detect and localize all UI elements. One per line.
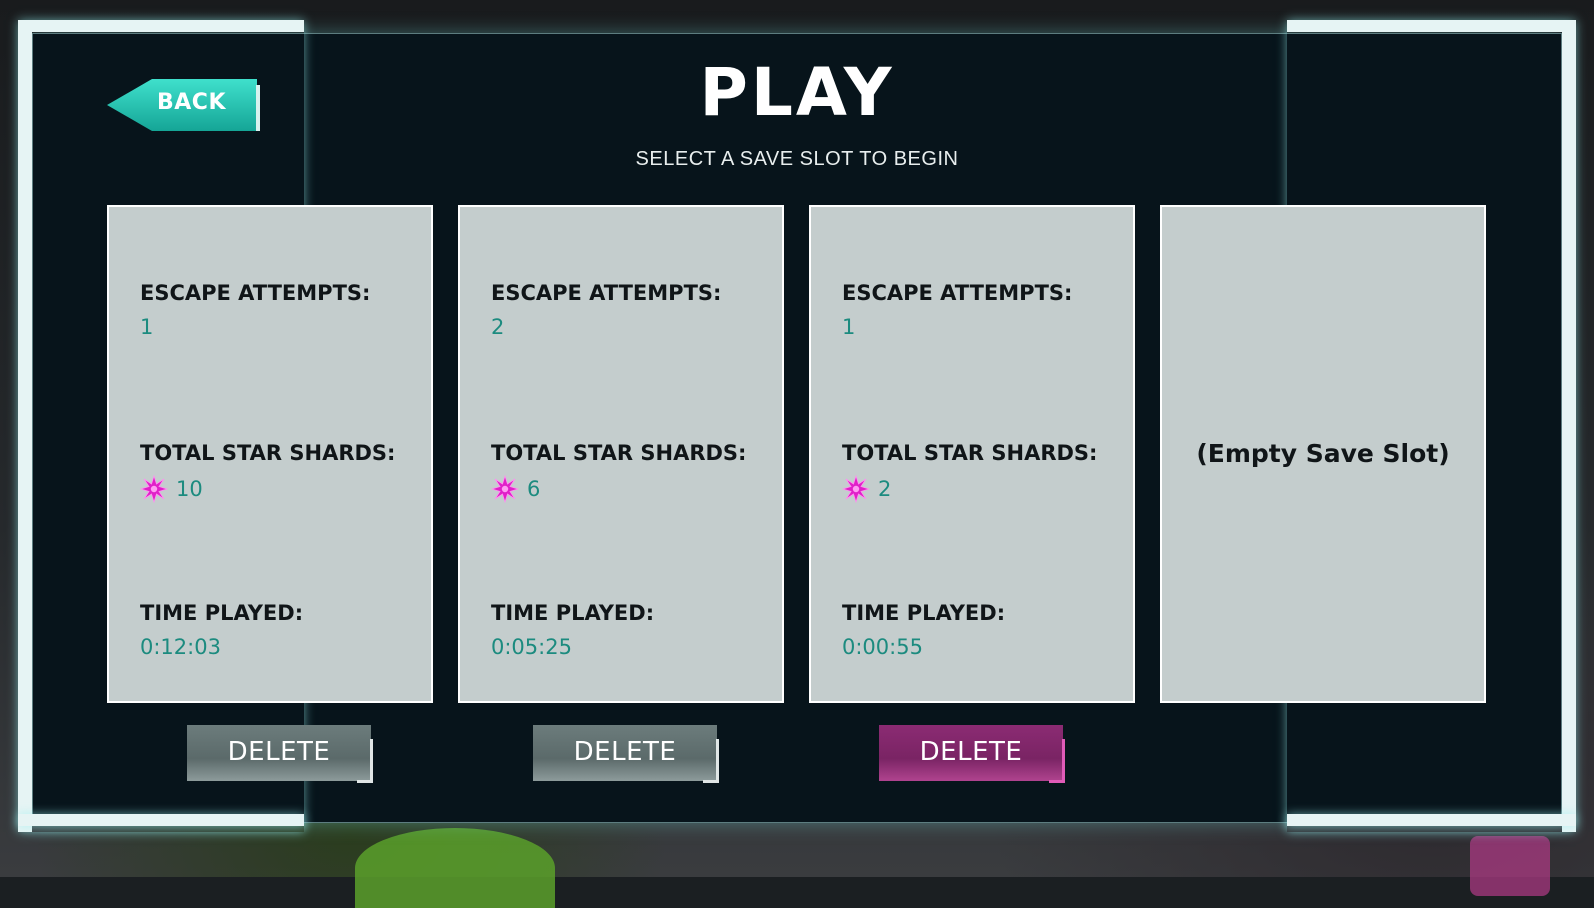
time-played-label: TIME PLAYED: <box>491 601 655 625</box>
escape-attempts-value: 2 <box>491 315 505 339</box>
delete-slot-1-button[interactable]: DELETE <box>187 725 373 783</box>
escape-attempts-value: 1 <box>842 315 856 339</box>
save-slot-2[interactable]: ESCAPE ATTEMPTS: 2 TOTAL STAR SHARDS: 6 … <box>458 205 784 703</box>
button-edge-bottom <box>1049 780 1063 783</box>
button-edge-bottom <box>357 780 371 783</box>
star-shards-value: 2 <box>878 477 892 501</box>
time-played-label: TIME PLAYED: <box>842 601 1006 625</box>
escape-attempts-label: ESCAPE ATTEMPTS: <box>140 281 371 305</box>
frame-corner-bottom-left <box>18 814 304 826</box>
star-shards-label: TOTAL STAR SHARDS: <box>140 441 396 465</box>
escape-attempts-value: 1 <box>140 315 154 339</box>
page-subtitle: SELECT A SAVE SLOT TO BEGIN <box>635 148 959 170</box>
time-played-value: 0:12:03 <box>140 635 221 659</box>
delete-button-label: DELETE <box>227 737 331 767</box>
star-shard-icon <box>491 475 519 503</box>
escape-attempts-label: ESCAPE ATTEMPTS: <box>842 281 1073 305</box>
delete-button-label: DELETE <box>919 737 1023 767</box>
button-edge-right <box>716 739 719 783</box>
star-shard-icon <box>842 475 870 503</box>
star-shards-row: 10 <box>140 475 203 503</box>
frame-corner-bottom-right <box>1287 814 1576 826</box>
button-edge-bottom <box>703 780 717 783</box>
time-played-value: 0:05:25 <box>491 635 572 659</box>
button-edge-right <box>370 739 373 783</box>
background-creature <box>355 828 555 908</box>
star-shards-row: 6 <box>491 475 540 503</box>
time-played-label: TIME PLAYED: <box>140 601 304 625</box>
save-slot-4[interactable]: (Empty Save Slot) <box>1160 205 1486 703</box>
star-shards-label: TOTAL STAR SHARDS: <box>491 441 747 465</box>
delete-slot-2-button[interactable]: DELETE <box>533 725 719 783</box>
button-edge-right <box>1062 739 1065 783</box>
star-shards-row: 2 <box>842 475 891 503</box>
time-played-value: 0:00:55 <box>842 635 923 659</box>
empty-slot-label: (Empty Save Slot) <box>1196 439 1450 468</box>
star-shards-value: 10 <box>176 477 203 501</box>
star-shard-icon <box>140 475 168 503</box>
save-slot-1[interactable]: ESCAPE ATTEMPTS: 1 TOTAL STAR SHARDS: 10… <box>107 205 433 703</box>
page-title: PLAY <box>699 54 895 131</box>
star-shards-label: TOTAL STAR SHARDS: <box>842 441 1098 465</box>
star-shards-value: 6 <box>527 477 541 501</box>
background-object <box>1470 836 1550 896</box>
escape-attempts-label: ESCAPE ATTEMPTS: <box>491 281 722 305</box>
delete-slot-3-button[interactable]: DELETE <box>879 725 1065 783</box>
delete-button-label: DELETE <box>573 737 677 767</box>
save-slot-3[interactable]: ESCAPE ATTEMPTS: 1 TOTAL STAR SHARDS: 2 … <box>809 205 1135 703</box>
